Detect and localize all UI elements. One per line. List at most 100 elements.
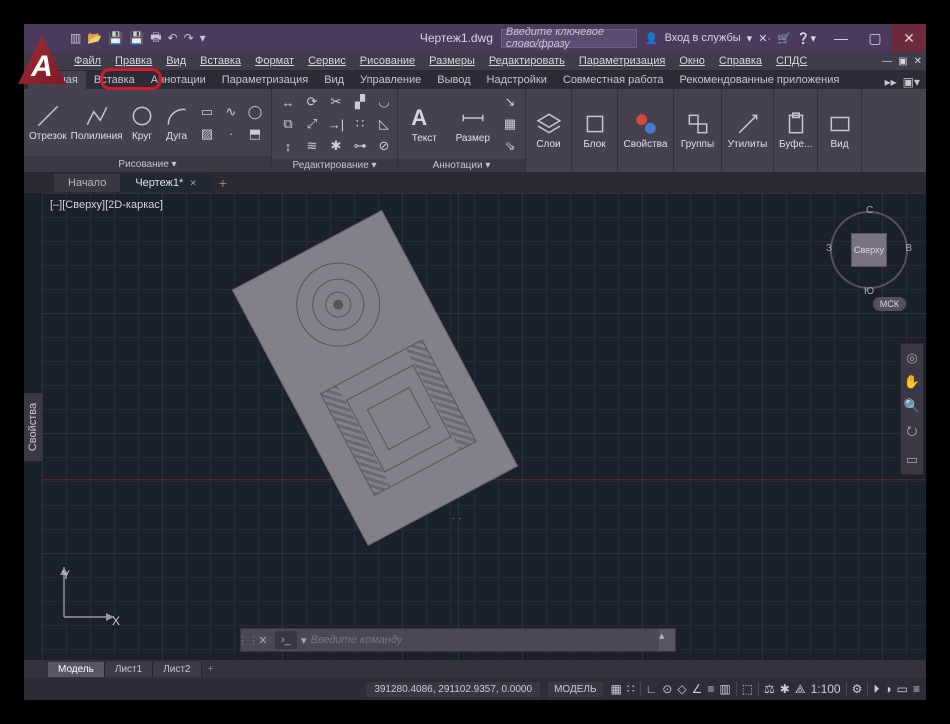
line-button[interactable]: Отрезок (29, 93, 67, 153)
panel-modify-label[interactable]: Редактирование ▾ (272, 159, 397, 172)
properties-button[interactable]: Свойства (623, 101, 668, 161)
properties-palette-tab[interactable]: Свойства (24, 392, 42, 460)
tab-manage[interactable]: Управление (352, 71, 429, 89)
annotation-autoscale-icon[interactable]: ⟁ (795, 682, 806, 697)
layout-sheet1[interactable]: Лист1 (105, 662, 153, 677)
ribbon-more-icon[interactable]: ▸▸ (885, 75, 897, 89)
selection-cycling-icon[interactable]: ⬚ (742, 682, 753, 696)
qat-undo-icon[interactable]: ↶ (168, 31, 178, 45)
menu-window[interactable]: Окно (679, 55, 705, 67)
navigation-bar[interactable]: ◎ ✋ 🔍 ⭮ ▭ (900, 343, 924, 475)
menu-dimension[interactable]: Размеры (429, 55, 475, 67)
circle-button[interactable]: Круг (127, 93, 158, 153)
menu-format[interactable]: Формат (255, 55, 294, 67)
view-cube[interactable]: Сверху С Ю В З (830, 211, 908, 289)
transparency-toggle-icon[interactable]: ▥ (719, 682, 730, 696)
customize-icon[interactable]: ≡ (913, 682, 920, 696)
layout-sheet2[interactable]: Лист2 (153, 662, 201, 677)
tab-annotate[interactable]: Аннотации (143, 71, 214, 89)
qat-redo-icon[interactable]: ↷ (184, 31, 194, 45)
doc-restore-button[interactable]: ▣ (898, 56, 907, 67)
polar-toggle-icon[interactable]: ⊙ (662, 682, 672, 696)
grid-toggle-icon[interactable]: ▦ (611, 682, 622, 696)
ribbon-collapse-icon[interactable]: ▣▾ (903, 75, 920, 89)
isolate-objects-icon[interactable]: ◑ (884, 682, 891, 696)
dimension-button[interactable]: Размер (450, 94, 496, 154)
text-button[interactable]: AТекст (403, 94, 446, 154)
osnap-toggle-icon[interactable]: ◇ (677, 682, 686, 696)
workspace-switching-icon[interactable]: ⚙ (852, 682, 863, 696)
qat-dropdown-icon[interactable]: ▾ (200, 31, 206, 45)
menu-tools[interactable]: Сервис (308, 55, 346, 67)
status-coords[interactable]: 391280.4086, 291102.9357, 0.0000 (366, 682, 540, 697)
utilities-button[interactable]: Утилиты (727, 101, 768, 161)
doc-close-button[interactable]: ✕ (914, 56, 922, 67)
menu-view[interactable]: Вид (166, 55, 186, 67)
menu-draw[interactable]: Рисование (360, 55, 415, 67)
modify-grid[interactable]: ↔⟳✂▞◡ ⧉⤢→|∷◺ ↕≋✱⊶⊘ (277, 92, 395, 156)
maximize-button[interactable]: ▢ (858, 24, 892, 52)
command-line[interactable]: ⋮⋮ ✕ ›_ ▾ ▴ (240, 628, 676, 652)
menu-modify[interactable]: Редактировать (489, 55, 565, 67)
annotation-scale-icon[interactable]: ⚖ (764, 682, 775, 696)
qat-save-icon[interactable]: 💾 (108, 31, 123, 45)
qat-saveas-icon[interactable]: 💾 (129, 31, 144, 45)
coord-system-badge[interactable]: МСК (873, 297, 906, 311)
menu-insert[interactable]: Вставка (200, 55, 241, 67)
layout-model[interactable]: Модель (48, 662, 105, 677)
groups-button[interactable]: Группы (679, 101, 716, 161)
doctab-drawing1[interactable]: Чертеж1*✕ (121, 174, 212, 192)
annot-flyout[interactable]: ↘▦⇘ (500, 92, 520, 156)
new-tab-button[interactable]: + (212, 175, 234, 191)
menu-file[interactable]: Файл (74, 55, 101, 67)
minimize-button[interactable]: — (824, 24, 858, 52)
block-button[interactable]: Блок (577, 101, 612, 161)
qat-new-icon[interactable]: ▥ (70, 31, 81, 45)
tab-parametric[interactable]: Параметризация (214, 71, 316, 89)
command-input[interactable] (311, 634, 659, 646)
command-prompt-icon[interactable]: ›_ (275, 631, 297, 649)
services-label[interactable]: Вход в службы (665, 32, 741, 44)
zoom-icon[interactable]: 🔍 (904, 398, 920, 414)
viewport-label[interactable]: [–][Сверху][2D-каркас] (50, 199, 163, 211)
exchange-icon[interactable]: ✕· (758, 32, 771, 45)
qat-open-icon[interactable]: 📂 (87, 31, 102, 45)
steering-wheel-icon[interactable]: ◎ (906, 350, 917, 366)
menu-help[interactable]: Справка (719, 55, 762, 67)
annotation-visibility-icon[interactable]: ✱ (780, 682, 790, 696)
clipboard-button[interactable]: Буфе... (779, 101, 812, 161)
showmotion-icon[interactable]: ▭ (906, 452, 918, 468)
qat-plot-icon[interactable]: 🖶 (150, 28, 161, 49)
menu-edit[interactable]: Правка (115, 55, 152, 67)
tab-view[interactable]: Вид (316, 71, 352, 89)
tab-insert[interactable]: Вставка (86, 71, 143, 89)
drawing-area[interactable]: Свойства [–][Сверху][2D-каркас] ˙ ˙ Свер… (24, 193, 926, 660)
lineweight-toggle-icon[interactable]: ≡ (707, 682, 714, 696)
draw-flyout-grid[interactable]: ▭∿◯ ▨·⬒ (196, 102, 266, 144)
close-icon[interactable]: ✕ (255, 634, 271, 647)
help-search-input[interactable]: Введите ключевое слово/фразу (501, 29, 637, 48)
layers-button[interactable]: Слои (531, 101, 566, 161)
orbit-icon[interactable]: ⭮ (907, 422, 918, 444)
user-icon[interactable]: 👤 (645, 32, 659, 45)
doctab-start[interactable]: Начало (54, 174, 121, 192)
tab-addins[interactable]: Надстройки (479, 71, 555, 89)
tab-featured[interactable]: Рекомендованные приложения (672, 71, 848, 89)
close-icon[interactable]: ✕ (189, 178, 197, 189)
add-layout-button[interactable]: + (202, 664, 220, 675)
status-mode[interactable]: МОДЕЛЬ (548, 682, 602, 697)
pan-icon[interactable]: ✋ (904, 374, 920, 390)
menu-spds[interactable]: СПДС (776, 55, 807, 67)
doc-minimize-button[interactable]: — (882, 56, 892, 67)
menu-parametric[interactable]: Параметризация (579, 55, 665, 67)
otrack-toggle-icon[interactable]: ∠ (692, 682, 703, 696)
panel-annot-label[interactable]: Аннотации ▾ (398, 159, 525, 172)
ortho-toggle-icon[interactable]: ∟ (646, 682, 658, 696)
grip-icon[interactable]: ⋮⋮ (241, 634, 255, 647)
chevron-down-icon[interactable]: ▾ (747, 32, 753, 45)
close-button[interactable]: ✕ (892, 24, 926, 52)
command-handle[interactable]: ▴ (659, 629, 675, 651)
tab-collab[interactable]: Совместная работа (555, 71, 672, 89)
tab-output[interactable]: Вывод (429, 71, 478, 89)
help-icon[interactable]: ❔▾ (797, 32, 816, 45)
